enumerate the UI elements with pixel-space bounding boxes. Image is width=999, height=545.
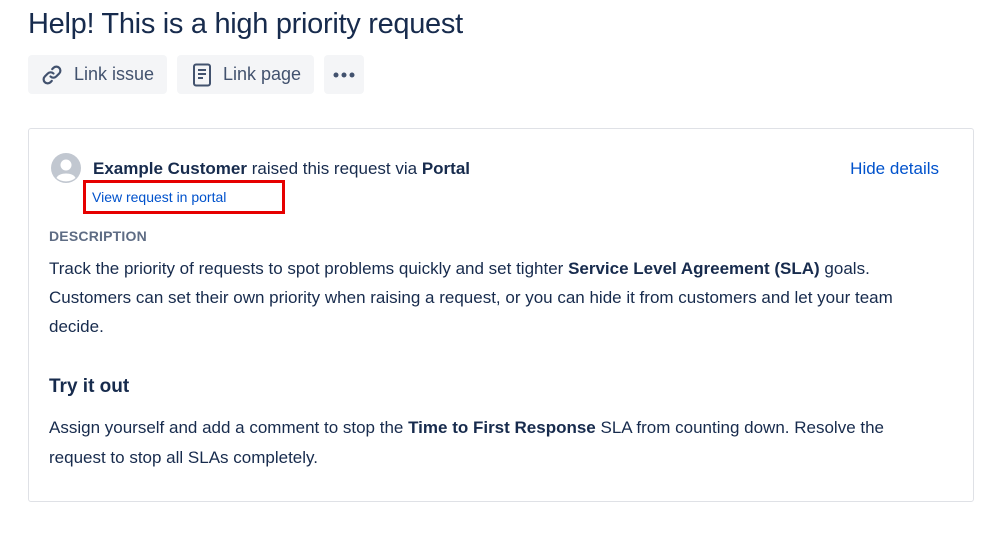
avatar: [51, 153, 81, 183]
description-text-part1: Track the priority of requests to spot p…: [49, 259, 569, 278]
try-text-part1: Assign yourself and add a comment to sto…: [49, 418, 409, 437]
document-icon: [191, 63, 213, 87]
toolbar: Link issue Link page: [28, 55, 364, 94]
more-actions-button[interactable]: [324, 55, 364, 94]
try-text-sla-term: Time to First Response: [408, 418, 596, 437]
description-sla-term: Service Level Agreement (SLA): [568, 259, 820, 278]
page-title: Help! This is a high priority request: [28, 8, 463, 40]
hide-details-link[interactable]: Hide details: [850, 158, 939, 180]
link-issue-button[interactable]: Link issue: [28, 55, 167, 94]
raised-text: raised this request via: [247, 159, 422, 178]
view-request-in-portal-link[interactable]: View request in portal: [92, 188, 226, 206]
try-it-out-heading: Try it out: [49, 376, 130, 397]
customer-name: Example Customer: [93, 159, 247, 178]
more-horizontal-icon: [332, 71, 356, 79]
request-details-panel: Example Customer raised this request via…: [28, 128, 974, 502]
link-page-label: Link page: [223, 64, 302, 84]
link-icon: [40, 63, 64, 87]
request-origin: Example Customer raised this request via…: [93, 158, 470, 180]
description-text: Track the priority of requests to spot p…: [49, 254, 949, 341]
user-avatar-icon: [51, 153, 81, 183]
try-it-out-text: Assign yourself and add a comment to sto…: [49, 413, 929, 473]
link-page-button[interactable]: Link page: [177, 55, 314, 94]
request-channel: Portal: [421, 159, 470, 178]
description-label: DESCRIPTION: [49, 228, 147, 244]
link-issue-label: Link issue: [74, 64, 155, 84]
